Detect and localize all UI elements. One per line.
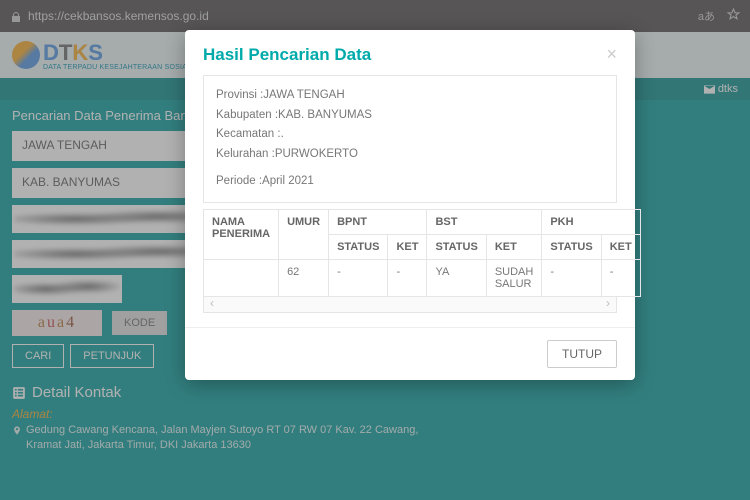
search-info-box: Provinsi : JAWA TENGAH Kabupaten : KAB. … <box>203 75 617 203</box>
close-icon[interactable]: × <box>606 44 617 65</box>
table-row: 62 -- YASUDAH SALUR -- <box>204 259 641 296</box>
result-table: NAMA PENERIMA UMUR BPNT BST PKH STATUSKE… <box>203 209 641 297</box>
col-umur: UMUR <box>279 209 329 259</box>
col-bst: BST <box>427 209 542 234</box>
modal-title: Hasil Pencarian Data <box>203 45 371 65</box>
table-scrollbar[interactable] <box>203 297 617 313</box>
col-bpnt: BPNT <box>329 209 427 234</box>
col-nama: NAMA PENERIMA <box>204 209 279 259</box>
col-pkh: PKH <box>542 209 640 234</box>
result-modal: Hasil Pencarian Data × Provinsi : JAWA T… <box>185 30 635 380</box>
tutup-button[interactable]: TUTUP <box>547 340 617 368</box>
